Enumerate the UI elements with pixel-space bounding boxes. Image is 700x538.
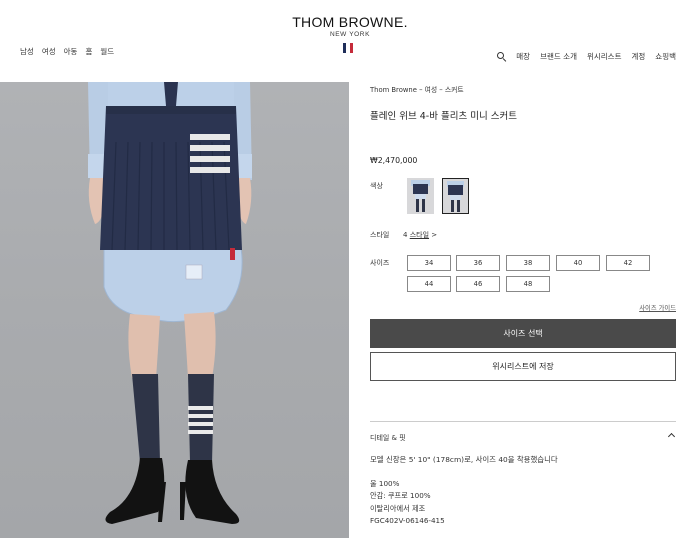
spec-item: 이탈리아에서 제조 bbox=[370, 503, 426, 513]
spec-list: 울 100% 안감: 쿠프로 100% 이탈리아에서 제조 FGC402V-06… bbox=[370, 478, 445, 527]
size-option-34[interactable]: 34 bbox=[407, 255, 451, 271]
spec-item: FGC402V-06146-415 bbox=[370, 515, 445, 525]
size-label: 사이즈 bbox=[370, 259, 390, 267]
size-option-38[interactable]: 38 bbox=[506, 255, 550, 271]
spec-item: 울 100% bbox=[370, 479, 400, 488]
spec-item: 안감: 쿠프로 100% bbox=[370, 491, 431, 501]
site-header: THOM BROWNE. NEW YORK 남성 여성 아동 홈 월드 매장 브… bbox=[0, 0, 700, 80]
product-title: 플레인 위브 4-바 플리츠 미니 스커트 bbox=[370, 111, 517, 122]
nav-item-about[interactable]: 브랜드 소개 bbox=[540, 51, 577, 62]
nav-item-account[interactable]: 계정 bbox=[631, 51, 645, 62]
style-link-label: 스타일 bbox=[409, 231, 430, 239]
product-price: ₩2,470,000 bbox=[370, 156, 418, 165]
brand-subtitle: NEW YORK bbox=[329, 31, 371, 38]
color-label: 색상 bbox=[370, 182, 383, 190]
nav-item-kids[interactable]: 아동 bbox=[64, 46, 78, 57]
nav-item-women[interactable]: 여성 bbox=[42, 46, 56, 57]
breadcrumb[interactable]: Thom Browne – 여성 – 스커트 bbox=[370, 84, 464, 94]
style-count: 4 bbox=[403, 231, 408, 239]
main-nav: 남성 여성 아동 홈 월드 bbox=[20, 46, 114, 57]
nav-item-world[interactable]: 월드 bbox=[100, 46, 114, 57]
size-option-48[interactable]: 48 bbox=[506, 276, 550, 292]
size-option-42[interactable]: 42 bbox=[606, 255, 650, 271]
color-swatch-2-selected[interactable] bbox=[442, 178, 469, 214]
size-option-40[interactable]: 40 bbox=[556, 255, 600, 271]
size-option-46[interactable]: 46 bbox=[456, 276, 500, 292]
product-image[interactable] bbox=[0, 82, 349, 538]
chevron-up-icon[interactable] bbox=[667, 432, 676, 441]
tricolor-flag-icon bbox=[343, 43, 353, 53]
nav-item-home[interactable]: 홈 bbox=[85, 46, 92, 57]
nav-item-men[interactable]: 남성 bbox=[20, 46, 34, 57]
save-to-wishlist-button[interactable]: 위시리스트에 저장 bbox=[370, 352, 676, 381]
utility-nav: 매장 브랜드 소개 위시리스트 계정 쇼핑백 bbox=[497, 51, 676, 62]
style-arrow: > bbox=[431, 231, 438, 239]
search-icon[interactable] bbox=[497, 52, 506, 61]
size-option-44[interactable]: 44 bbox=[407, 276, 451, 292]
nav-item-stores[interactable]: 매장 bbox=[516, 51, 530, 62]
color-swatch-1[interactable] bbox=[407, 178, 434, 214]
select-size-button[interactable]: 사이즈 선택 bbox=[370, 319, 676, 348]
size-guide-link[interactable]: 사이즈 가이드 bbox=[639, 303, 676, 312]
divider bbox=[370, 421, 676, 422]
style-label: 스타일 bbox=[370, 231, 390, 239]
details-fit-toggle[interactable]: 디테일 & 핏 bbox=[370, 433, 406, 443]
product-photo bbox=[88, 82, 252, 524]
size-option-36[interactable]: 36 bbox=[456, 255, 500, 271]
style-count-link[interactable]: 4 스타일 > bbox=[403, 230, 437, 240]
nav-item-wishlist[interactable]: 위시리스트 bbox=[587, 51, 622, 62]
nav-item-bag[interactable]: 쇼핑백 bbox=[655, 51, 676, 62]
model-info: 모델 신장은 5' 10" (178cm)로, 사이즈 40을 착용했습니다 bbox=[370, 455, 558, 464]
brand-name: THOM BROWNE. bbox=[292, 14, 408, 30]
brand-logo[interactable]: THOM BROWNE. NEW YORK bbox=[0, 14, 700, 38]
